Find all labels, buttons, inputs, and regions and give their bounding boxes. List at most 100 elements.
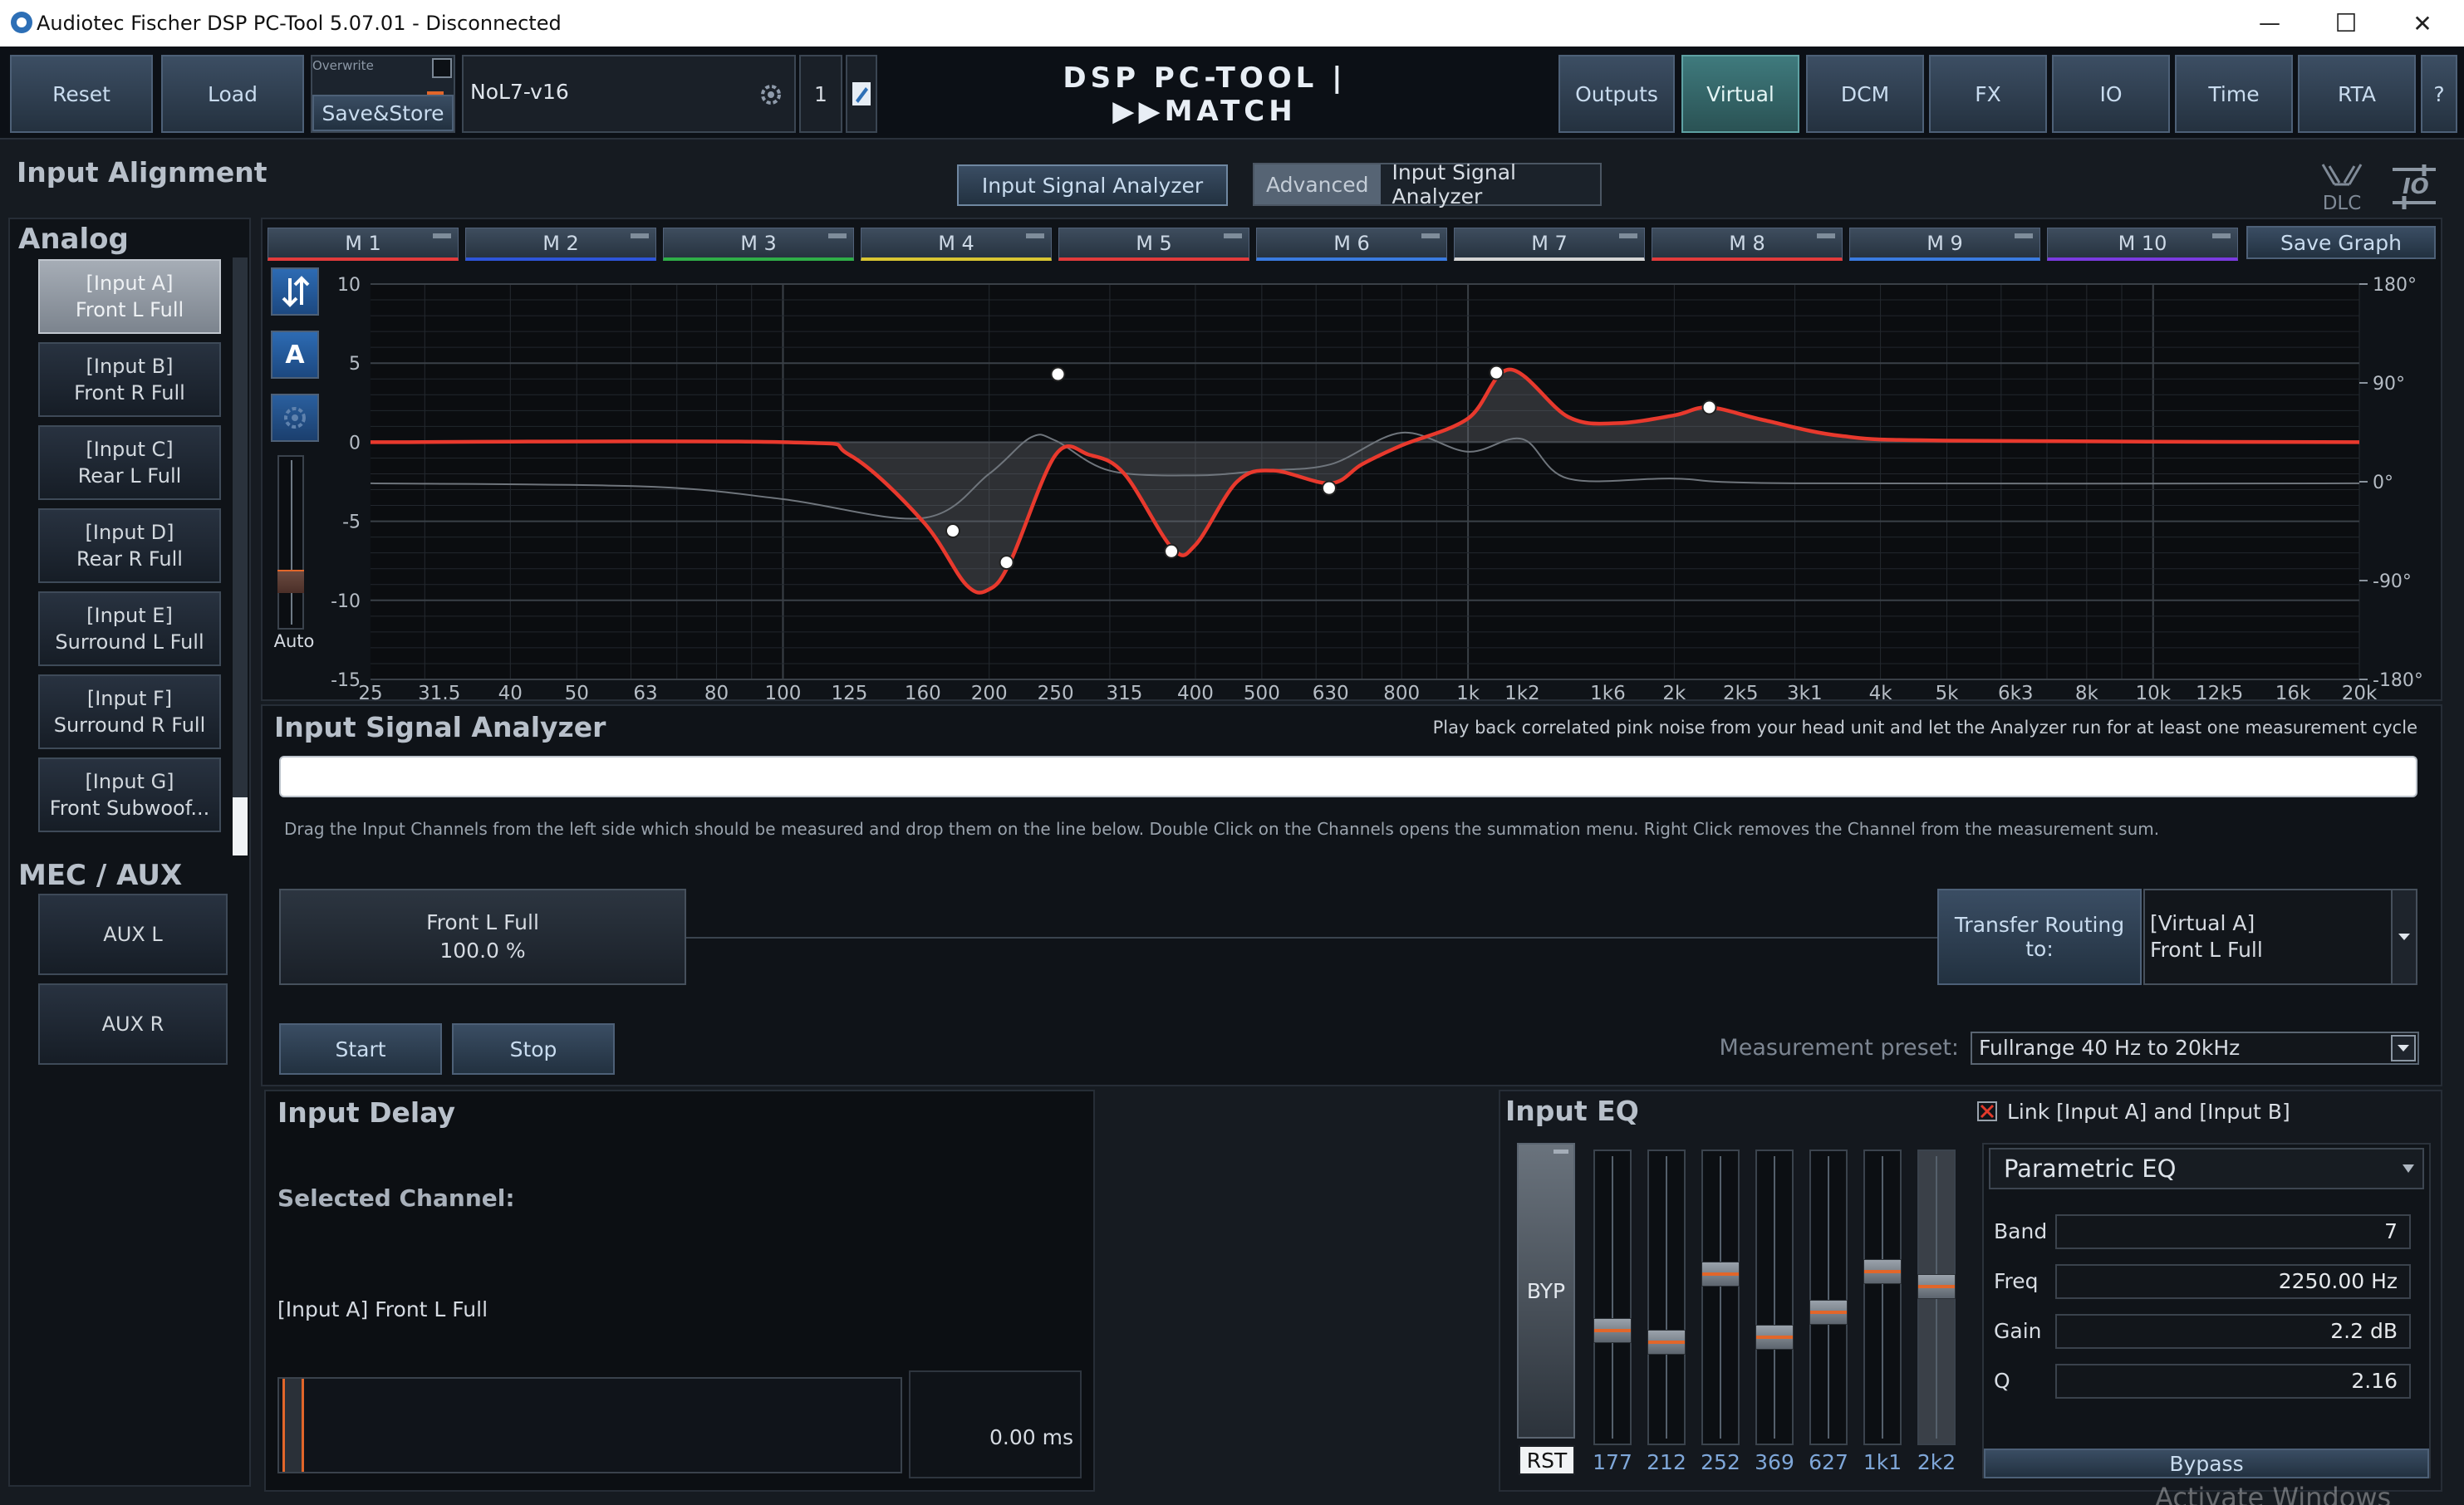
- rta-button[interactable]: RTA: [2298, 55, 2416, 133]
- eq-band-handle[interactable]: [1701, 400, 1717, 415]
- maximize-button[interactable]: ☐: [2308, 0, 2384, 47]
- eq-band-1: 177: [1588, 1150, 1633, 1482]
- io-settings-button[interactable]: IO: [2389, 163, 2439, 209]
- edit-preset-button[interactable]: [846, 55, 877, 133]
- tab-m6[interactable]: M 6: [1256, 228, 1447, 261]
- preset-number[interactable]: 1: [799, 55, 842, 133]
- sidebar-scrollbar[interactable]: [233, 257, 248, 855]
- eq-band-slider[interactable]: [1701, 1150, 1740, 1445]
- tab-m9[interactable]: M 9: [1849, 228, 2040, 261]
- x-tick-label: 31.5: [418, 683, 460, 701]
- stop-button[interactable]: Stop: [452, 1023, 615, 1075]
- link-label: Link [Input A] and [Input B]: [2007, 1100, 2290, 1124]
- eq-band-thumb-stripe: [1918, 1285, 1955, 1289]
- range-slider[interactable]: [277, 455, 304, 630]
- eq-band-thumb[interactable]: [1755, 1325, 1794, 1351]
- eq-type-select[interactable]: Parametric EQ: [1989, 1148, 2424, 1189]
- delay-value[interactable]: 0.00 ms: [909, 1370, 1082, 1478]
- save-store-button[interactable]: Save&Store: [312, 95, 454, 131]
- routing-target-select[interactable]: [Virtual A] Front L Full: [2143, 889, 2417, 985]
- eq-band-thumb[interactable]: [1701, 1262, 1740, 1287]
- sidebar-item-aux-l[interactable]: AUX L: [38, 894, 228, 975]
- eq-band-thumb[interactable]: [1863, 1259, 1902, 1285]
- tab-m4[interactable]: M 4: [861, 228, 1052, 261]
- tab-m8[interactable]: M 8: [1652, 228, 1843, 261]
- tab-label: M 2: [542, 231, 579, 255]
- frequency-response-chart[interactable]: 1050-5-10-15180°90°0°-90°-180°25 31.5 40 50…: [326, 264, 2441, 701]
- q-field[interactable]: 2.16: [2055, 1364, 2411, 1399]
- eq-band-handle[interactable]: [1321, 480, 1337, 496]
- eq-band-handle[interactable]: [999, 555, 1014, 571]
- band-field[interactable]: 7: [2055, 1214, 2411, 1249]
- time-button[interactable]: Time: [2175, 55, 2293, 133]
- eq-band-handle[interactable]: [1050, 366, 1066, 382]
- sidebar-item-input-e[interactable]: [Input E] Surround L Full: [38, 591, 221, 666]
- sidebar-item-input-g[interactable]: [Input G] Front Subwoof...: [38, 757, 221, 832]
- eq-bypass-button[interactable]: BYP: [1517, 1143, 1575, 1439]
- measured-channel-card[interactable]: Front L Full 100.0 %: [279, 889, 686, 985]
- eq-band-thumb[interactable]: [1809, 1300, 1848, 1326]
- help-button[interactable]: ?: [2421, 55, 2457, 133]
- start-button[interactable]: Start: [279, 1023, 442, 1075]
- preset-name-field[interactable]: NoL7-v16: [462, 55, 796, 133]
- dlc-button[interactable]: DLC: [2318, 163, 2366, 214]
- sidebar-item-input-d[interactable]: [Input D] Rear R Full: [38, 508, 221, 583]
- x-tick-label: 25: [358, 683, 382, 701]
- gain-reference-button[interactable]: [271, 394, 319, 442]
- sidebar-scroll-thumb[interactable]: [233, 797, 248, 855]
- tab-m1[interactable]: M 1: [268, 228, 459, 261]
- measurement-drop-line[interactable]: [683, 937, 1937, 939]
- tab-m10[interactable]: M 10: [2047, 228, 2238, 261]
- eq-band-slider[interactable]: [1755, 1150, 1794, 1445]
- sidebar-item-input-f[interactable]: [Input F] Surround R Full: [38, 674, 221, 749]
- eq-band-handle[interactable]: [1489, 365, 1504, 380]
- virtual-button[interactable]: Virtual: [1681, 55, 1799, 133]
- sidebar-item-aux-r[interactable]: AUX R: [38, 983, 228, 1065]
- routing-dropdown-button[interactable]: [2391, 890, 2416, 983]
- a-button[interactable]: A: [271, 331, 319, 379]
- fx-button[interactable]: FX: [1929, 55, 2047, 133]
- eq-band-slider[interactable]: [1917, 1150, 1956, 1445]
- dcm-button[interactable]: DCM: [1806, 55, 1924, 133]
- delay-slider[interactable]: [277, 1377, 902, 1473]
- delay-slider-thumb[interactable]: [282, 1379, 304, 1472]
- reset-button[interactable]: Reset: [10, 55, 153, 133]
- io-button[interactable]: IO: [2052, 55, 2170, 133]
- load-button[interactable]: Load: [161, 55, 304, 133]
- eq-band-handle[interactable]: [1164, 543, 1180, 559]
- link-checkbox[interactable]: [1977, 1101, 1997, 1121]
- tab-m7[interactable]: M 7: [1454, 228, 1645, 261]
- advanced-analyzer-button[interactable]: Advanced Input Signal Analyzer: [1253, 160, 1602, 208]
- close-button[interactable]: ✕: [2384, 0, 2461, 47]
- tab-m3[interactable]: M 3: [663, 228, 854, 261]
- eq-band-handle[interactable]: [945, 523, 960, 539]
- eq-band-thumb[interactable]: [1593, 1318, 1632, 1344]
- eq-band-slider[interactable]: [1809, 1150, 1848, 1445]
- gear-icon[interactable]: [758, 81, 784, 108]
- eq-band-slider[interactable]: [1593, 1150, 1632, 1445]
- overwrite-checkbox[interactable]: [432, 58, 452, 78]
- save-graph-button[interactable]: Save Graph: [2246, 226, 2436, 259]
- sidebar-item-input-a[interactable]: [Input A] Front L Full: [38, 259, 221, 334]
- eq-reset-button[interactable]: RST: [1519, 1445, 1575, 1475]
- outputs-button[interactable]: Outputs: [1558, 55, 1675, 133]
- input-signal-analyzer-button[interactable]: Input Signal Analyzer: [957, 164, 1228, 206]
- eq-band-slider[interactable]: [1863, 1150, 1902, 1445]
- range-slider-thumb[interactable]: [277, 570, 304, 593]
- scale-toggle-button[interactable]: [271, 267, 319, 316]
- tab-m2[interactable]: M 2: [465, 228, 656, 261]
- transfer-routing-button[interactable]: Transfer Routing to:: [1937, 889, 2142, 985]
- minimize-button[interactable]: —: [2231, 0, 2308, 47]
- freq-field[interactable]: 2250.00 Hz: [2055, 1264, 2411, 1299]
- measurement-preset-select[interactable]: Fullrange 40 Hz to 20kHz: [1971, 1032, 2419, 1065]
- sidebar-item-input-c[interactable]: [Input C] Rear L Full: [38, 425, 221, 500]
- tab-m5[interactable]: M 5: [1058, 228, 1249, 261]
- preset-dropdown-button[interactable]: [2391, 1035, 2416, 1061]
- x-tick-label: 500: [1244, 683, 1280, 701]
- eq-bypass-band-button[interactable]: Bypass: [1984, 1449, 2429, 1478]
- eq-band-thumb[interactable]: [1917, 1274, 1956, 1300]
- eq-band-slider[interactable]: [1647, 1150, 1686, 1445]
- sidebar-item-input-b[interactable]: [Input B] Front R Full: [38, 342, 221, 417]
- gain-field[interactable]: 2.2 dB: [2055, 1314, 2411, 1349]
- eq-band-thumb[interactable]: [1647, 1329, 1686, 1355]
